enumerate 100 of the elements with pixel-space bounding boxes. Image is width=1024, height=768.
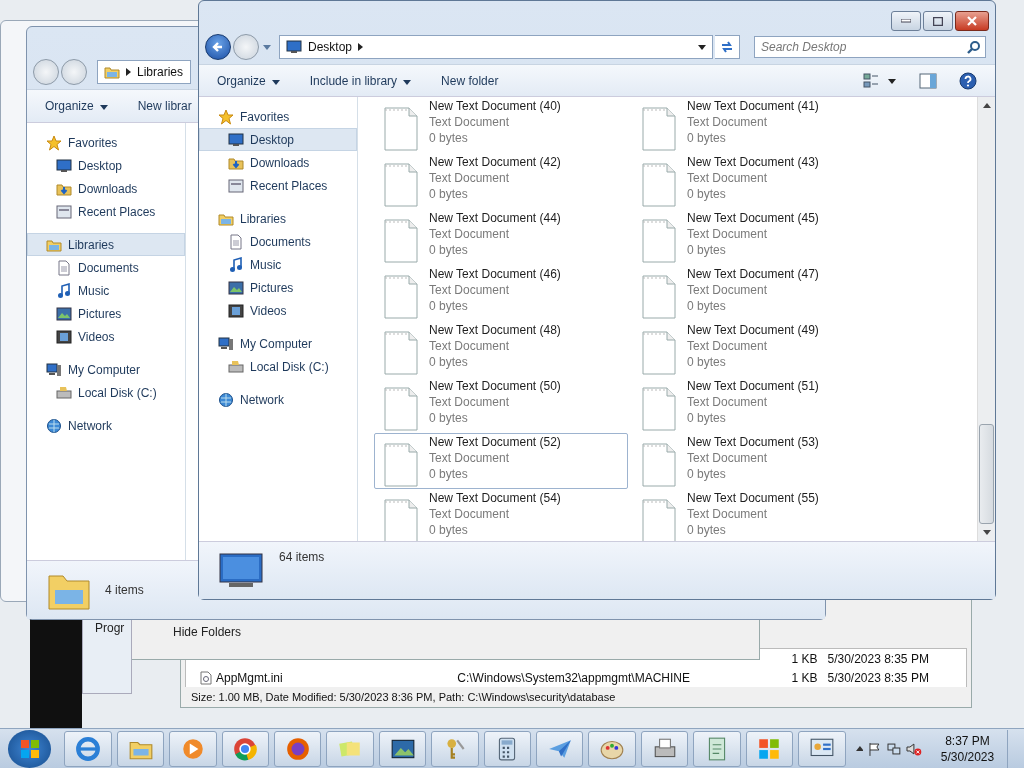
- sidebar-item[interactable]: Recent Places: [27, 200, 185, 223]
- sidebar-item[interactable]: Videos: [27, 325, 185, 348]
- help-button[interactable]: [959, 71, 977, 90]
- monitor-icon: [219, 552, 263, 589]
- sidebar-item[interactable]: My Computer: [199, 332, 357, 356]
- file-name: New Text Document (54): [429, 490, 561, 507]
- toolbar-button[interactable]: Include in library: [309, 73, 412, 88]
- close-button[interactable]: [955, 11, 989, 31]
- sidebar-item[interactable]: Network: [199, 388, 357, 412]
- file-item[interactable]: New Text Document (46) Text Document 0 bytes: [374, 265, 628, 322]
- file-item[interactable]: New Text Document (49) Text Document 0 bytes: [632, 321, 886, 378]
- minimize-button[interactable]: [891, 11, 921, 31]
- sidebar-item[interactable]: Local Disk (C:): [27, 381, 185, 404]
- picture-frame-icon: [56, 305, 72, 322]
- show-hidden-icons-button[interactable]: [855, 746, 864, 751]
- toolbar-button[interactable]: Organize: [217, 73, 280, 88]
- folder-icon: [104, 64, 120, 80]
- file-size: 0 bytes: [429, 242, 469, 259]
- file-item[interactable]: New Text Document (54) Text Document 0 bytes: [374, 489, 628, 542]
- star-icon: [218, 108, 234, 125]
- start-button[interactable]: [8, 729, 52, 768]
- file-item[interactable]: New Text Document (53) Text Document 0 bytes: [632, 433, 886, 490]
- sidebar-item[interactable]: Music: [199, 253, 357, 277]
- preview-pane-button[interactable]: [919, 72, 937, 89]
- network-icon[interactable]: [887, 741, 902, 756]
- back-arrow-icon: [212, 41, 224, 54]
- file-item[interactable]: New Text Document (44) Text Document 0 bytes: [374, 209, 628, 266]
- file-item[interactable]: New Text Document (41) Text Document 0 bytes: [632, 97, 886, 154]
- text-document-icon: [383, 162, 419, 209]
- sidebar-item[interactable]: Videos: [199, 299, 357, 323]
- file-size: 0 bytes: [429, 410, 469, 427]
- history-dropdown-icon[interactable]: [261, 44, 273, 50]
- file-item[interactable]: New Text Document (42) Text Document 0 bytes: [374, 153, 628, 210]
- back-button[interactable]: [205, 34, 231, 61]
- sidebar-item[interactable]: Downloads: [199, 151, 357, 175]
- window-icon: [228, 177, 244, 194]
- file-item[interactable]: New Text Document (40) Text Document 0 bytes: [374, 97, 628, 154]
- taskbar-button[interactable]: [640, 730, 689, 767]
- taskbar-button[interactable]: [274, 730, 322, 767]
- file-size: 0 bytes: [687, 522, 727, 539]
- scrollbar[interactable]: [977, 97, 995, 542]
- file-item[interactable]: New Text Document (55) Text Document 0 bytes: [632, 489, 886, 542]
- hide-folders-toggle[interactable]: Hide Folders: [173, 625, 242, 639]
- view-options-button[interactable]: [863, 71, 897, 90]
- forward-button[interactable]: [61, 59, 87, 85]
- clock[interactable]: 8:37 PM 5/30/2023: [940, 732, 995, 765]
- sidebar-item[interactable]: Pictures: [199, 276, 357, 300]
- sidebar-item[interactable]: Recent Places: [199, 174, 357, 198]
- search-icon: [967, 40, 981, 55]
- sidebar-item[interactable]: Libraries: [199, 207, 357, 231]
- file-item[interactable]: New Text Document (52) Text Document 0 bytes: [374, 433, 628, 490]
- sidebar-item[interactable]: Documents: [27, 256, 185, 279]
- sidebar-item[interactable]: Libraries: [27, 233, 185, 256]
- file-type: Text Document: [429, 394, 511, 411]
- sidebar-item[interactable]: Music: [27, 279, 185, 302]
- address-bar[interactable]: Desktop: [279, 35, 713, 60]
- maximize-button[interactable]: [923, 11, 953, 31]
- file-size: 0 bytes: [687, 354, 727, 371]
- address-bar[interactable]: Libraries: [97, 60, 191, 84]
- search-field[interactable]: Search Desktop: [754, 36, 986, 59]
- scroll-down-icon[interactable]: [982, 530, 991, 536]
- sidebar-item[interactable]: Documents: [199, 230, 357, 254]
- document-icon: [228, 233, 244, 250]
- film-icon: [56, 328, 72, 345]
- picture-frame-icon: [228, 279, 244, 296]
- toolbar-button[interactable]: New librar: [137, 99, 192, 113]
- file-type: Text Document: [429, 282, 511, 299]
- file-item[interactable]: New Text Document (51) Text Document 0 bytes: [632, 377, 886, 434]
- caret-icon: [271, 79, 280, 85]
- file-item[interactable]: New Text Document (48) Text Document 0 bytes: [374, 321, 628, 378]
- file-size: 0 bytes: [429, 298, 469, 315]
- speaker-muted-icon[interactable]: [906, 741, 922, 756]
- file-item[interactable]: New Text Document (47) Text Document 0 bytes: [632, 265, 886, 322]
- sidebar-item[interactable]: Network: [27, 414, 185, 437]
- sidebar-item[interactable]: Favorites: [199, 105, 357, 129]
- toolbar-button[interactable]: Organize: [45, 99, 108, 113]
- sidebar-item[interactable]: Desktop: [199, 128, 357, 152]
- file-type: Text Document: [429, 338, 511, 355]
- scroll-thumb[interactable]: [979, 424, 994, 525]
- file-item[interactable]: New Text Document (50) Text Document 0 bytes: [374, 377, 628, 434]
- taskbar-button[interactable]: [378, 730, 427, 767]
- text-document-icon: [383, 218, 419, 265]
- sidebar-item[interactable]: Downloads: [27, 177, 185, 200]
- text-document-icon: [641, 218, 677, 265]
- file-item[interactable]: New Text Document (43) Text Document 0 bytes: [632, 153, 886, 210]
- refresh-button[interactable]: [715, 35, 740, 60]
- file-item[interactable]: New Text Document (45) Text Document 0 bytes: [632, 209, 886, 266]
- sidebar-item[interactable]: Desktop: [27, 154, 185, 177]
- sidebar-item[interactable]: Local Disk (C:): [199, 355, 357, 379]
- sidebar-item[interactable]: Favorites: [27, 131, 185, 154]
- sidebar-item[interactable]: Pictures: [27, 302, 185, 325]
- file-size: 1 KB: [790, 670, 819, 685]
- minimize-icon: [901, 19, 911, 23]
- text-document-icon: [641, 162, 677, 209]
- file-size: 0 bytes: [429, 522, 469, 539]
- toolbar-button[interactable]: New folder: [441, 73, 499, 88]
- sidebar-item[interactable]: My Computer: [27, 358, 185, 381]
- text-document-icon: [641, 330, 677, 377]
- scroll-up-icon[interactable]: [982, 103, 991, 109]
- flag-icon[interactable]: [868, 741, 883, 756]
